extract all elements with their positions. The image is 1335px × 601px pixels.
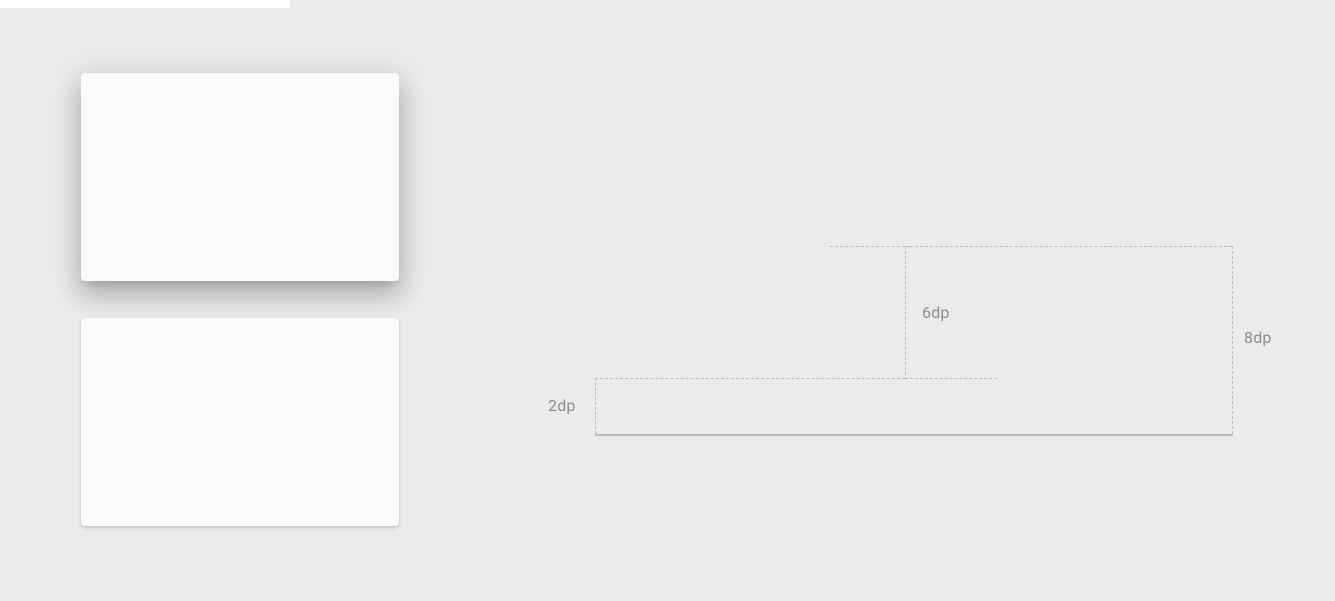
label-2dp: 2dp (548, 396, 576, 415)
guide-8dp-top (910, 246, 1232, 247)
guide-8dp-vertical (1232, 246, 1233, 434)
elevation-sample-card-low (81, 318, 399, 526)
guide-8dp-surface (0, 4, 290, 8)
guide-2dp-vertical (595, 378, 596, 434)
guide-2dp-surface (0, 0, 290, 4)
guide-6dp-bottom (905, 378, 997, 379)
label-6dp: 6dp (922, 303, 950, 322)
guide-6dp-vertical (905, 246, 906, 380)
elevation-sample-card-high (81, 73, 399, 281)
guide-6dp-top (830, 246, 910, 247)
baseline-surface-line (595, 434, 1233, 436)
label-8dp: 8dp (1244, 328, 1272, 347)
guide-2dp-top (595, 378, 905, 379)
